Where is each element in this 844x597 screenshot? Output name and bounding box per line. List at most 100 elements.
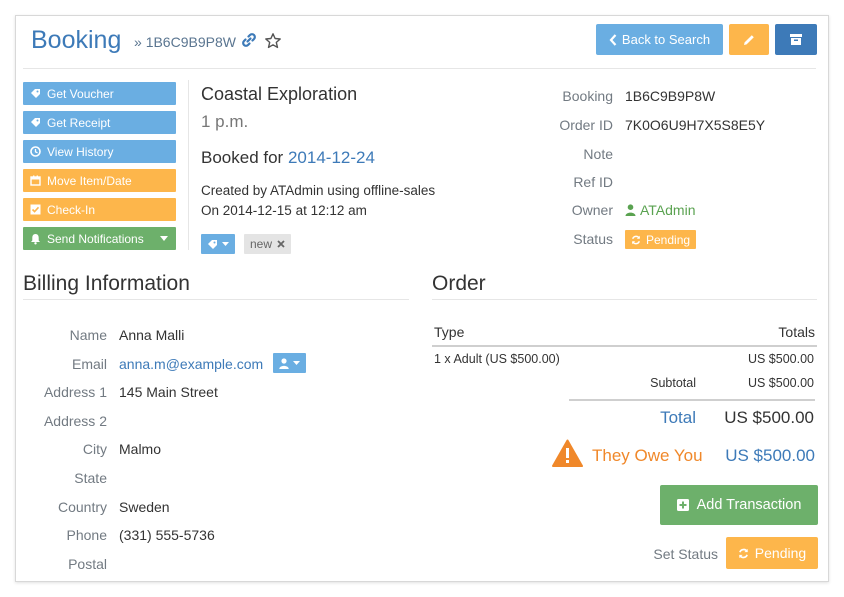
sidebar-divider xyxy=(188,80,189,250)
page-title: Booking xyxy=(31,26,122,54)
clock-icon xyxy=(30,146,41,157)
booking-value: 1B6C9B9P8W xyxy=(625,88,716,104)
billing-email-link[interactable]: anna.m@example.com xyxy=(119,356,263,372)
get-voucher-button[interactable]: Get Voucher xyxy=(23,82,176,105)
owner-label: Owner xyxy=(571,202,613,218)
get-voucher-label: Get Voucher xyxy=(47,86,114,101)
caret-down-icon[interactable] xyxy=(160,236,168,241)
booking-label: Booking xyxy=(562,88,613,104)
caret-down-icon xyxy=(293,361,300,365)
billing-name-value: Anna Malli xyxy=(119,327,185,343)
billing-city-value: Malmo xyxy=(119,441,162,457)
booked-for-date-link[interactable]: 2014-12-24 xyxy=(288,148,375,167)
owe-value: US $500.00 xyxy=(725,446,815,465)
move-item-date-button[interactable]: Move Item/Date xyxy=(23,169,176,192)
get-receipt-label: Get Receipt xyxy=(47,115,111,130)
check-square-icon xyxy=(30,204,41,215)
set-status-label: Set Status xyxy=(653,546,718,562)
star-icon[interactable] xyxy=(264,32,282,50)
billing-address1-value: 145 Main Street xyxy=(119,384,218,400)
order-title: Order xyxy=(432,272,486,295)
archive-icon xyxy=(789,33,803,46)
set-status-button[interactable]: Pending xyxy=(726,537,818,569)
created-date-text: On 2014-12-15 at 12:12 am xyxy=(201,203,367,218)
ticket-icon xyxy=(30,117,41,128)
bell-icon xyxy=(30,233,41,245)
user-icon xyxy=(625,204,636,216)
booking-card: Booking » 1B6C9B9P8W Back to Search Get … xyxy=(15,15,829,582)
status-badge: Pending xyxy=(625,230,697,249)
order-col-type: Type xyxy=(434,324,465,340)
calendar-icon xyxy=(30,175,41,186)
order-col-totals: Totals xyxy=(778,324,815,340)
tag-new: new xyxy=(244,234,292,254)
status-value: Pending xyxy=(646,232,691,247)
pencil-icon xyxy=(742,33,756,47)
archive-button[interactable] xyxy=(775,24,817,55)
billing-postal-label: Postal xyxy=(68,556,107,572)
back-to-search-button[interactable]: Back to Search xyxy=(596,24,723,55)
refresh-icon xyxy=(631,235,641,245)
booked-for-label: Booked for xyxy=(201,148,284,167)
send-notifications-label: Send Notifications xyxy=(47,231,144,246)
billing-address1-label: Address 1 xyxy=(43,384,107,400)
warning-triangle-icon xyxy=(552,439,583,467)
order-line-amount: US $500.00 xyxy=(747,352,814,366)
close-icon[interactable] xyxy=(277,240,285,248)
billing-phone-label: Phone xyxy=(66,527,107,543)
ticket-icon xyxy=(30,88,41,99)
billing-country-value: Sweden xyxy=(119,499,170,515)
user-icon xyxy=(279,357,289,369)
ref-separator: » xyxy=(134,34,142,50)
email-contact-dropdown[interactable] xyxy=(273,353,306,373)
plus-square-icon xyxy=(676,499,689,511)
order-divider xyxy=(432,299,817,300)
billing-state-label: State xyxy=(74,470,107,486)
billing-country-label: Country xyxy=(57,499,107,515)
send-notifications-button[interactable]: Send Notifications xyxy=(23,227,176,250)
order-table-header-line xyxy=(432,345,817,347)
total-value: US $500.00 xyxy=(724,408,814,427)
billing-phone-value: (331) 555-5736 xyxy=(119,527,215,543)
billing-address2-label: Address 2 xyxy=(43,413,107,429)
owner-link[interactable]: ATAdmin xyxy=(625,202,696,218)
billing-divider xyxy=(23,299,409,300)
back-to-search-label: Back to Search xyxy=(621,32,711,47)
chevron-left-icon xyxy=(609,33,617,46)
billing-name-label: Name xyxy=(69,327,107,343)
billing-email-label: Email xyxy=(71,356,107,372)
refresh-icon xyxy=(738,548,749,559)
item-name: Coastal Exploration xyxy=(201,84,358,104)
order-line-description: 1 x Adult (US $500.00) xyxy=(434,352,560,366)
get-receipt-button[interactable]: Get Receipt xyxy=(23,111,176,134)
view-history-label: View History xyxy=(47,144,114,159)
check-in-label: Check-In xyxy=(47,202,96,217)
booking-reference: » 1B6C9B9P8W xyxy=(134,34,236,50)
note-label: Note xyxy=(583,146,613,162)
add-transaction-label: Add Transaction xyxy=(696,497,802,513)
add-transaction-button[interactable]: Add Transaction xyxy=(660,485,818,525)
ref-code: 1B6C9B9P8W xyxy=(145,34,236,50)
check-in-button[interactable]: Check-In xyxy=(23,198,176,221)
ref-id-label: Ref ID xyxy=(573,174,613,190)
header-divider xyxy=(23,68,816,69)
view-history-button[interactable]: View History xyxy=(23,140,176,163)
link-icon[interactable] xyxy=(241,32,257,48)
caret-down-icon xyxy=(222,242,229,246)
tag-dropdown-button[interactable] xyxy=(201,234,235,254)
edit-button[interactable] xyxy=(729,24,769,55)
order-id-label: Order ID xyxy=(559,117,613,133)
move-item-date-label: Move Item/Date xyxy=(47,173,132,188)
booked-for: Booked for 2014-12-24 xyxy=(201,148,375,168)
item-time: 1 p.m. xyxy=(201,112,249,131)
tags-icon xyxy=(207,239,219,250)
subtotal-line xyxy=(569,399,815,401)
status-label: Status xyxy=(573,231,613,247)
subtotal-value: US $500.00 xyxy=(747,376,814,390)
order-id-value: 7K0O6U9H7X5S8E5Y xyxy=(625,117,766,133)
billing-city-label: City xyxy=(82,441,107,457)
billing-title: Billing Information xyxy=(23,272,190,295)
tag-new-label: new xyxy=(250,237,273,251)
set-status-value: Pending xyxy=(754,545,807,561)
owner-value: ATAdmin xyxy=(640,202,696,218)
